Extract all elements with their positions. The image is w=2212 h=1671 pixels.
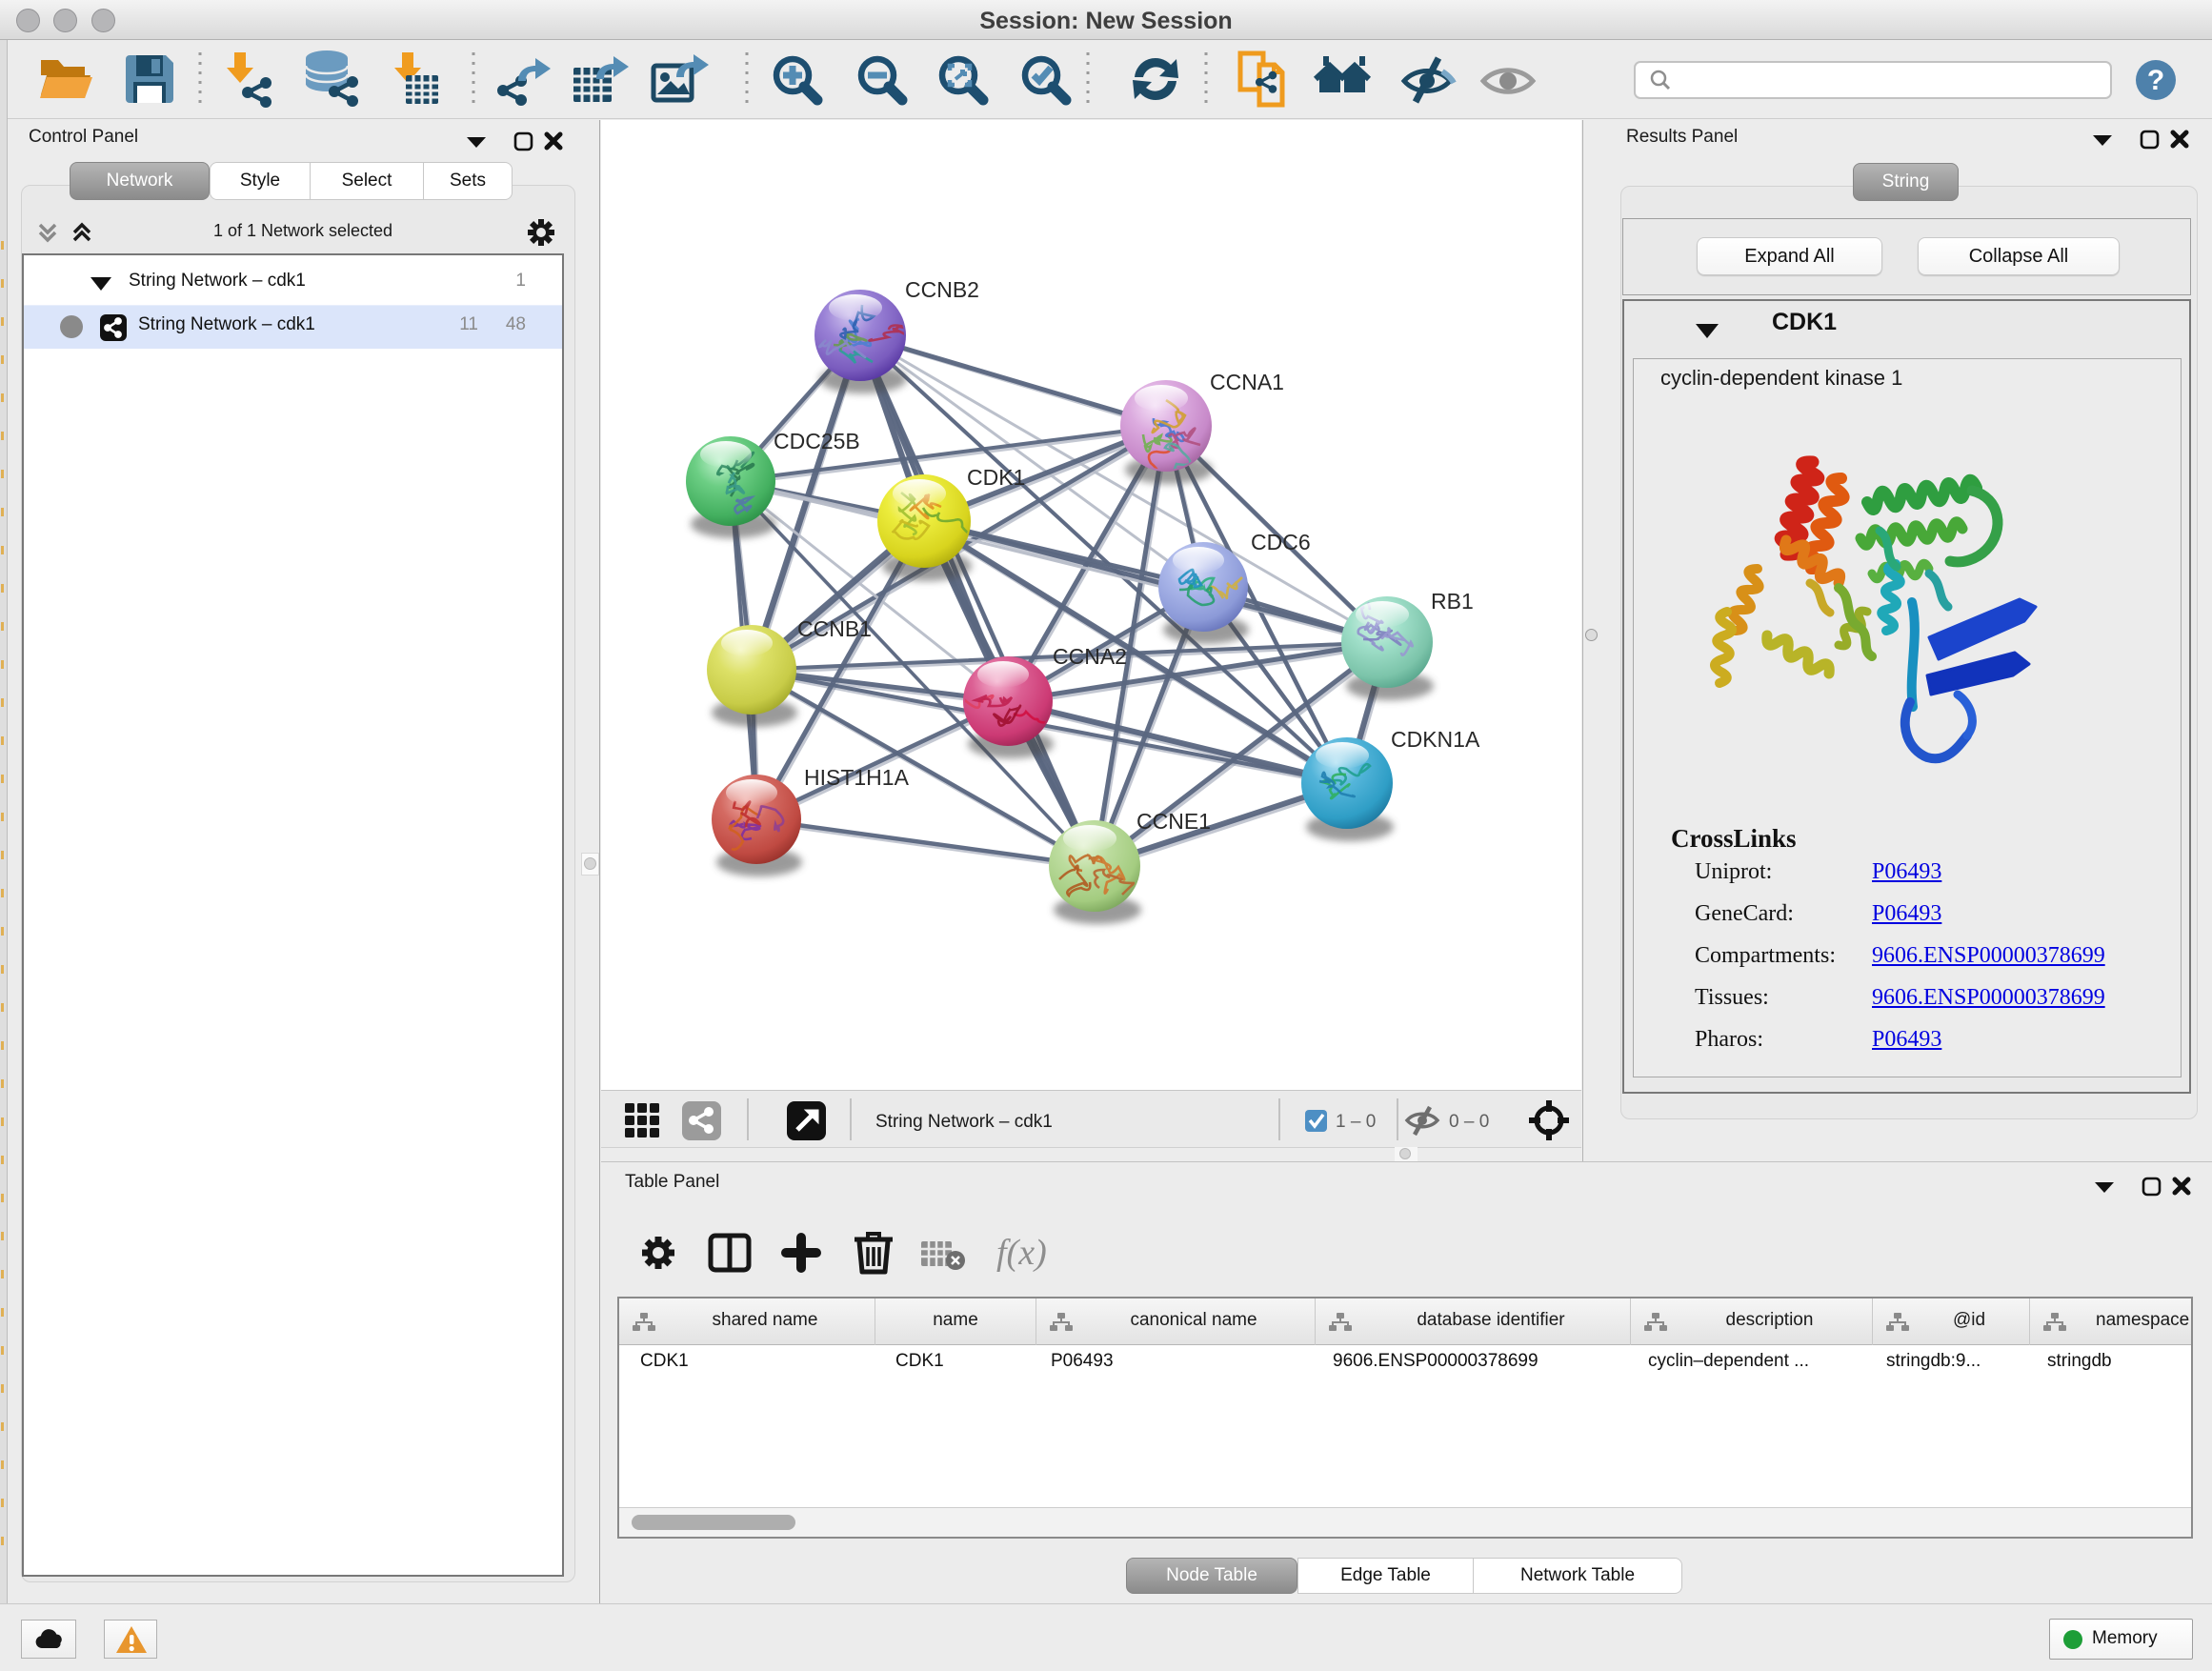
svg-text:CDC6: CDC6 (1251, 530, 1311, 554)
svg-text:String Network – cdk1: String Network – cdk1 (875, 1112, 1053, 1132)
svg-text:CCNB2: CCNB2 (905, 277, 979, 302)
svg-text:CCNE1: CCNE1 (1136, 809, 1211, 834)
svg-text:HIST1H1A: HIST1H1A (804, 765, 910, 790)
svg-text:?: ? (2147, 65, 2164, 96)
svg-text:CCNA1: CCNA1 (1210, 370, 1284, 394)
svg-text:CDC25B: CDC25B (774, 429, 860, 453)
svg-text:1 – 0: 1 – 0 (1336, 1112, 1376, 1132)
svg-text:f(x): f(x) (996, 1233, 1047, 1273)
svg-text:CCNA2: CCNA2 (1053, 644, 1127, 669)
svg-text:CDKN1A: CDKN1A (1391, 727, 1480, 752)
svg-text:CDK1: CDK1 (967, 465, 1025, 490)
svg-text:0 – 0: 0 – 0 (1449, 1112, 1489, 1132)
svg-text:RB1: RB1 (1431, 589, 1474, 614)
svg-text:CCNB1: CCNB1 (797, 616, 872, 641)
